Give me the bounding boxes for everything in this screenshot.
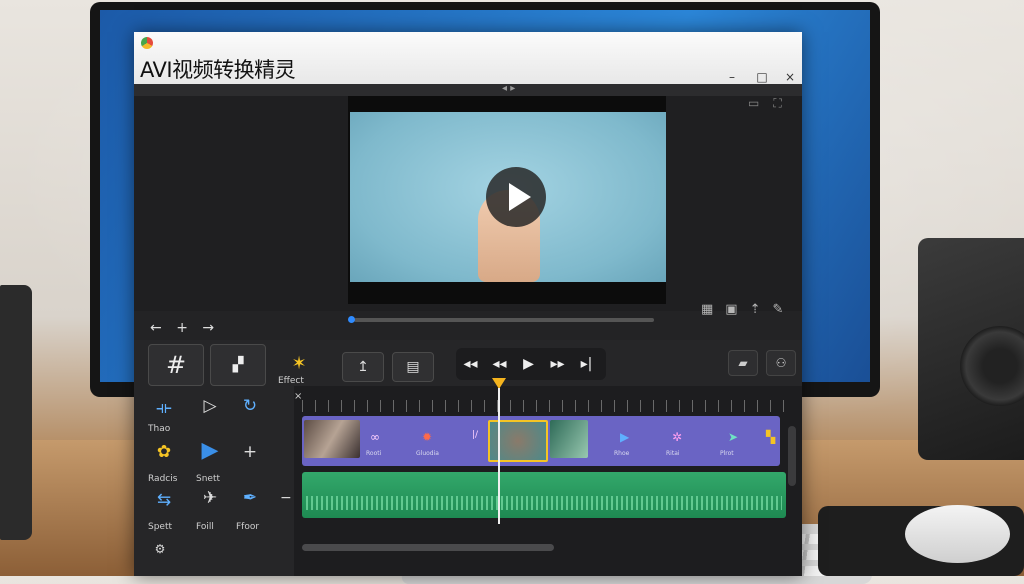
preview-top-icons: ▭ ⛶ xyxy=(734,96,782,111)
filter-icon[interactable]: ✒ xyxy=(230,488,270,524)
forward-arrow-icon[interactable]: → xyxy=(202,320,214,336)
radius-label: Radcis xyxy=(148,474,178,484)
effects-label: Effect xyxy=(278,376,304,386)
minimize-button[interactable]: – xyxy=(724,70,740,84)
link-icon[interactable]: ∞ xyxy=(370,430,380,444)
timeline-tools: ⟛ Thao ▷ ↻ ✿ Radcis ▶ Snett + ⇆ Spett ✈ … xyxy=(134,386,294,576)
sub-bar: ◂ ▸ xyxy=(134,83,802,96)
folder-icon[interactable]: ▰ xyxy=(728,350,758,376)
add-track-icon[interactable]: + xyxy=(230,442,270,478)
video-track[interactable]: ∞ Rooti ✹ Gluodia |/ ▶ Rhoe ✲ Ritai ➤ Pl… xyxy=(302,416,780,466)
flag-icon[interactable]: ▚ xyxy=(766,430,775,444)
history-nav: ← + → xyxy=(150,320,224,336)
rewind-button[interactable]: ◂◂ xyxy=(456,348,485,380)
fast-forward-button[interactable]: ▸▸ xyxy=(543,348,572,380)
timeline-scrollbar[interactable] xyxy=(302,544,554,551)
clip-label: Plrot xyxy=(720,450,734,457)
app-window: AVI视频转换精灵 – □ × ◂ ▸ ▭ ⛶ ▦ ▣ ⇡ ✎ ← + → # ▞ ✶ xyxy=(134,32,802,576)
clip-label: Gluodia xyxy=(416,450,439,457)
save-icon[interactable]: ▣ xyxy=(725,302,737,317)
timeline-panel: ⟛ Thao ▷ ↻ ✿ Radcis ▶ Snett + ⇆ Spett ✈ … xyxy=(134,378,802,576)
timeline-vertical-scrollbar[interactable] xyxy=(788,426,796,486)
clip-label: Rhoe xyxy=(614,450,630,457)
play-overlay-button[interactable] xyxy=(486,167,546,227)
editing-toolbar: # ▞ ✶ Effect ↥ ▤ ◂◂ ◂◂ ▶ ▸▸ ▸| ▰ ⚇ xyxy=(134,340,802,386)
rotate-icon[interactable]: ↻ xyxy=(230,396,270,432)
zoom-out-icon[interactable]: − xyxy=(280,490,292,506)
fullscreen-icon[interactable]: ⛶ xyxy=(773,96,781,110)
video-clip-3[interactable] xyxy=(550,420,588,458)
video-clip-1[interactable] xyxy=(304,420,360,458)
playhead[interactable] xyxy=(498,388,500,524)
split-button[interactable]: ▤ xyxy=(392,352,434,382)
speed-label: Spett xyxy=(148,522,173,532)
back-arrow-icon[interactable]: ← xyxy=(150,320,162,336)
skip-end-button[interactable]: ▸| xyxy=(572,348,601,380)
maximize-button[interactable]: □ xyxy=(754,70,770,84)
selected-video-clip[interactable] xyxy=(488,420,548,462)
add-icon[interactable]: + xyxy=(176,320,188,336)
clip-label: Rooti xyxy=(366,450,382,457)
sparkle-icon[interactable]: ✲ xyxy=(672,430,682,444)
snap-label: Snett xyxy=(196,474,221,484)
effect-icon[interactable]: ✹ xyxy=(422,430,432,444)
preview-scrubber[interactable] xyxy=(348,316,668,323)
user-icon[interactable]: ⚇ xyxy=(766,350,796,376)
play-icon xyxy=(509,183,531,211)
play-button[interactable]: ▶ xyxy=(514,348,543,380)
scrubber-handle[interactable] xyxy=(348,316,355,323)
title-bar: AVI视频转换精灵 – □ × xyxy=(134,32,802,84)
grid-tool-button[interactable]: # xyxy=(148,344,204,386)
share-icon[interactable]: ⇡ xyxy=(750,302,761,317)
clip-label: Ritai xyxy=(666,450,680,457)
crop-tool-button[interactable]: ▞ xyxy=(210,344,266,386)
play-marker-icon[interactable]: ▶ xyxy=(620,430,629,444)
left-speaker xyxy=(0,285,32,540)
radius-icon[interactable]: ✿ xyxy=(144,442,184,478)
preview-panel: ▭ ⛶ ▦ ▣ ⇡ ✎ xyxy=(134,96,802,317)
marker-icon[interactable]: ▷ xyxy=(190,396,230,432)
transport-controls: ◂◂ ◂◂ ▶ ▸▸ ▸| xyxy=(456,348,606,380)
trim-label: Thao xyxy=(148,424,171,434)
settings-icon[interactable]: ⚙ xyxy=(140,542,180,576)
speed-icon[interactable]: ⇆ xyxy=(144,490,184,526)
close-button[interactable]: × xyxy=(782,70,798,84)
video-preview[interactable] xyxy=(350,112,666,282)
snap-icon[interactable]: ▶ xyxy=(190,438,230,474)
audio-track[interactable] xyxy=(302,472,786,518)
mouse xyxy=(905,505,1010,563)
transition-icon[interactable]: |/ xyxy=(472,430,478,440)
preview-tools: ▦ ▣ ⇡ ✎ xyxy=(701,302,795,317)
fade-icon[interactable]: ✈ xyxy=(190,488,230,524)
edit-icon[interactable]: ✎ xyxy=(773,302,784,317)
fade-label: Foill xyxy=(196,522,214,532)
snapshot-icon[interactable]: ▦ xyxy=(701,302,713,317)
app-logo-icon xyxy=(141,37,153,49)
panel-arrows[interactable]: ◂ ▸ xyxy=(502,83,515,94)
app-title: AVI视频转换精灵 xyxy=(140,58,296,82)
import-button[interactable]: ↥ xyxy=(342,352,384,382)
ratio-icon[interactable]: ▭ xyxy=(748,96,759,110)
step-back-button[interactable]: ◂◂ xyxy=(485,348,514,380)
time-ruler[interactable]: A| xyxy=(302,400,790,412)
scrubber-track[interactable] xyxy=(354,318,654,322)
audio-waveform xyxy=(306,496,782,510)
arrow-icon[interactable]: ➤ xyxy=(728,430,738,444)
filter-label: Ffoor xyxy=(236,522,260,532)
